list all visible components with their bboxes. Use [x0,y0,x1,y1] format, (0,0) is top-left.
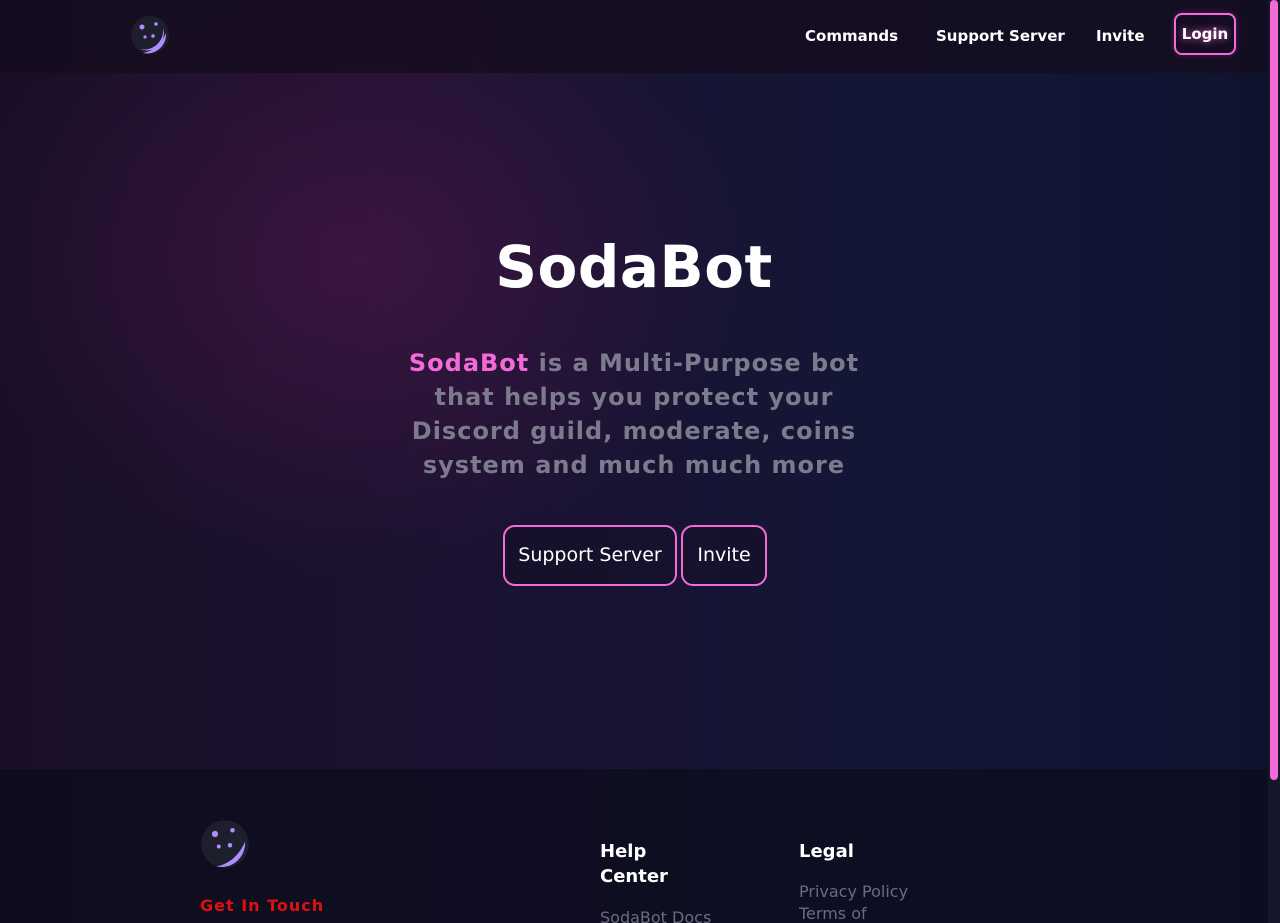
invite-button[interactable]: Invite [681,525,767,586]
hero-title: SodaBot [495,233,773,301]
moon-logo-icon[interactable] [130,15,170,55]
vertical-scrollbar[interactable] [1268,0,1280,923]
footer: Get In Touch Help Center SodaBot Docs Le… [0,769,1268,923]
moon-logo-icon [201,820,249,868]
login-button[interactable]: Login [1174,13,1236,55]
footer-link-sodabot-docs[interactable]: SodaBot Docs [600,907,711,923]
nav-link-support-server[interactable]: Support Server [936,25,1065,47]
hero-description: SodaBot is a Multi-Purpose bot that help… [384,346,884,482]
support-server-button[interactable]: Support Server [503,525,677,586]
footer-link-privacy-policy[interactable]: Privacy Policy [799,881,908,903]
hero-description-brand: SodaBot [408,349,530,377]
nav-link-invite[interactable]: Invite [1096,25,1145,47]
page: Commands Support Server Invite Login Sod… [0,0,1268,923]
footer-link-terms[interactable]: Terms of [799,903,867,923]
help-center-heading: Help Center [600,841,668,887]
legal-heading: Legal [799,841,854,862]
get-in-touch-heading: Get In Touch [200,896,325,915]
navbar: Commands Support Server Invite Login [0,0,1268,73]
nav-link-commands[interactable]: Commands [805,25,898,47]
scrollbar-thumb[interactable] [1270,0,1278,780]
